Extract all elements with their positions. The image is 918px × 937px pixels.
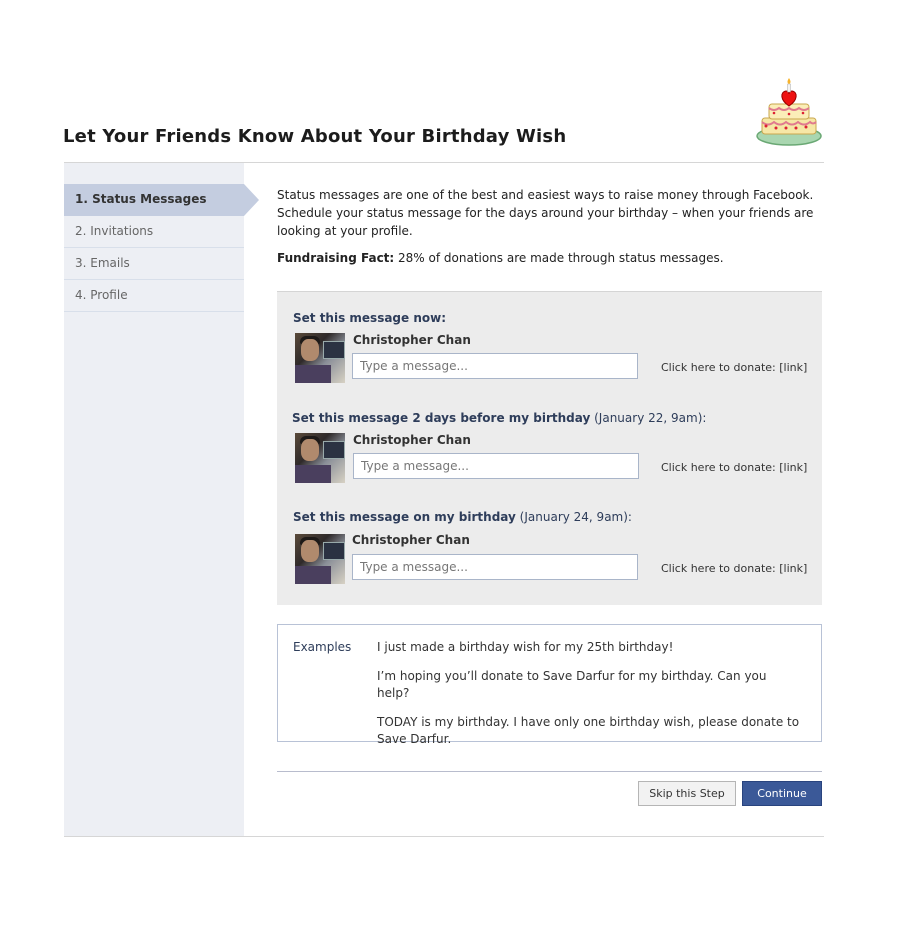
fundraising-fact: Fundraising Fact: 28% of donations are m… xyxy=(277,249,822,267)
examples-box: Examples I just made a birthday wish for… xyxy=(277,624,822,746)
message-date: (January 24, 9am): xyxy=(515,510,632,524)
message-heading-label: Set this message on my birthday xyxy=(293,510,516,524)
example-item: I just made a birthday wish for my 25th … xyxy=(377,640,674,654)
sidebar-item-status-messages[interactable]: 1. Status Messages xyxy=(64,184,259,216)
fact-label: Fundraising Fact: xyxy=(277,251,395,265)
donate-link-text[interactable]: Click here to donate: [link] xyxy=(661,361,807,374)
donate-link-text[interactable]: Click here to donate: [link] xyxy=(661,562,807,575)
message-heading: Set this message now: xyxy=(293,309,813,327)
user-name: Christopher Chan xyxy=(352,533,470,547)
sidebar-item-invitations[interactable]: 2. Invitations xyxy=(64,216,244,248)
fact-text: 28% of donations are made through status… xyxy=(394,251,724,265)
message-2-days-before-block: Set this message 2 days before my birthd… xyxy=(292,409,812,483)
message-now-block: Set this message now: Christopher Chan C… xyxy=(293,309,813,383)
status-message-input-birthday[interactable] xyxy=(352,554,638,580)
avatar xyxy=(295,333,345,383)
examples-label: Examples xyxy=(293,640,352,654)
message-heading-label: Set this message 2 days before my birthd… xyxy=(292,411,591,425)
actions-divider xyxy=(277,771,822,772)
avatar xyxy=(295,433,345,483)
sidebar: 1. Status Messages 2. Invitations 3. Ema… xyxy=(64,163,259,836)
birthday-cake-icon xyxy=(756,78,822,146)
user-name: Christopher Chan xyxy=(353,333,471,347)
sidebar-item-emails[interactable]: 3. Emails xyxy=(64,248,244,280)
intro-section: Status messages are one of the best and … xyxy=(277,186,822,267)
page-title: Let Your Friends Know About Your Birthda… xyxy=(63,126,567,147)
message-heading: Set this message on my birthday (January… xyxy=(293,508,813,526)
example-item: TODAY is my birthday. I have only one bi… xyxy=(377,715,800,746)
message-date: (January 22, 9am): xyxy=(590,411,707,425)
example-item: I’m hoping you’ll donate to Save Darfur … xyxy=(377,669,767,700)
message-birthday-block: Set this message on my birthday (January… xyxy=(293,508,813,584)
continue-button[interactable]: Continue xyxy=(742,781,822,806)
intro-text: Status messages are one of the best and … xyxy=(277,188,814,238)
sidebar-item-profile[interactable]: 4. Profile xyxy=(64,280,244,312)
message-heading-label: Set this message now: xyxy=(293,311,447,325)
status-message-input-2-days-before[interactable] xyxy=(353,453,639,479)
step-navigation: 1. Status Messages 2. Invitations 3. Ema… xyxy=(64,184,259,312)
status-message-input-now[interactable] xyxy=(352,353,638,379)
avatar xyxy=(295,534,345,584)
donate-link-text[interactable]: Click here to donate: [link] xyxy=(661,461,807,474)
footer-divider xyxy=(64,836,824,837)
skip-step-button[interactable]: Skip this Step xyxy=(638,781,736,806)
user-name: Christopher Chan xyxy=(353,433,471,447)
status-message-scheduler: Set this message now: Christopher Chan C… xyxy=(277,291,822,605)
message-heading: Set this message 2 days before my birthd… xyxy=(292,409,812,427)
examples-list: I just made a birthday wish for my 25th … xyxy=(377,639,802,760)
